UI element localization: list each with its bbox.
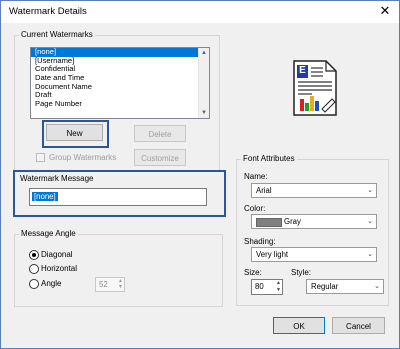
group-watermarks-checkbox[interactable] [36,153,45,162]
shading-select[interactable]: Very light ⌄ [251,247,377,262]
spin-down-icon[interactable]: ▼ [276,287,281,293]
angle-value: 52 [99,280,108,289]
list-item[interactable]: Document Name [31,82,198,92]
size-value: 80 [255,282,264,291]
font-name-value: Arial [256,186,272,195]
current-watermarks-label: Current Watermarks [19,30,95,39]
chevron-down-icon: ⌄ [374,283,380,290]
scroll-down-icon[interactable]: ▼ [199,108,209,118]
document-preview-icon: E [292,59,340,117]
cancel-button[interactable]: Cancel [332,317,385,334]
angle-spinbox[interactable]: 52 ▲ ▼ [95,277,125,292]
list-scrollbar[interactable]: ▲ ▼ [198,48,209,118]
radio-angle-label: Angle [41,279,62,288]
spin-up-icon[interactable]: ▲ [276,280,281,286]
watermark-details-dialog: Watermark Details ✕ Current Watermarks [… [0,0,400,349]
style-value: Regular [311,282,339,291]
customize-button[interactable]: Customize [134,149,186,166]
font-attributes-label: Font Attributes [241,154,297,163]
spin-down-icon[interactable]: ▼ [118,284,123,290]
radio-diagonal[interactable] [29,250,39,260]
font-color-value: Gray [284,217,301,226]
font-name-select[interactable]: Arial ⌄ [251,183,377,198]
shading-value: Very light [256,250,289,259]
font-color-select[interactable]: Gray ⌄ [251,214,377,229]
ok-button[interactable]: OK [273,317,325,334]
close-icon[interactable]: ✕ [377,3,393,19]
group-watermarks-label: Group Watermarks [49,153,117,162]
radio-diagonal-label: Diagonal [41,250,73,259]
size-label: Size: [244,268,262,277]
shading-label: Shading: [244,237,276,246]
chevron-down-icon: ⌄ [367,251,373,258]
watermark-message-input[interactable]: [none] [29,188,207,206]
title-bar: Watermark Details ✕ [1,1,399,23]
chevron-down-icon: ⌄ [367,187,373,194]
radio-angle[interactable] [29,279,39,289]
radio-horizontal[interactable] [29,264,39,274]
style-select[interactable]: Regular ⌄ [306,279,384,294]
delete-button[interactable]: Delete [134,125,186,142]
chevron-down-icon: ⌄ [367,218,373,225]
watermark-message-label: Watermark Message [20,174,94,183]
message-angle-label: Message Angle [19,229,78,238]
current-watermarks-list[interactable]: [none] [Username] Confidential Date and Tim… [30,47,210,119]
font-color-label: Color: [244,204,266,213]
color-swatch [256,218,282,227]
style-label: Style: [291,268,312,277]
scroll-up-icon[interactable]: ▲ [199,48,209,58]
dialog-title: Watermark Details [9,6,87,17]
new-button[interactable]: New [46,124,103,141]
watermark-message-value: [none] [32,192,58,201]
radio-horizontal-label: Horizontal [41,264,78,273]
font-name-label: Name: [244,172,268,181]
preview-letter: E [299,65,306,76]
list-item[interactable]: Page Number [31,99,198,109]
size-spinbox[interactable]: 80 ▲ ▼ [251,279,283,295]
